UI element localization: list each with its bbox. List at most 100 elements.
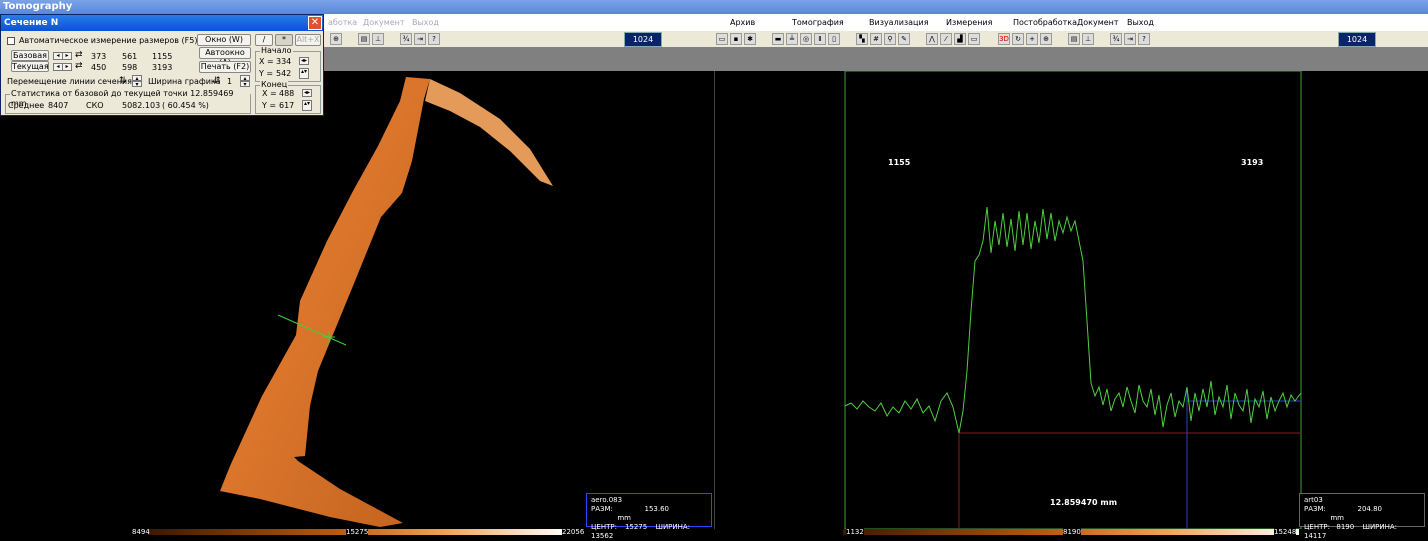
dialog-titlebar[interactable]: Сечение N ✕ — [1, 15, 323, 31]
auto-measure-checkbox[interactable] — [7, 37, 15, 45]
current-button[interactable]: Текущая — [11, 61, 49, 72]
print-icon[interactable]: ▤ — [358, 33, 370, 45]
alt-x-button[interactable]: Alt+X — [295, 34, 321, 46]
auto-measure-label: Автоматическое измерение размеров (F5) — [19, 36, 198, 45]
slice-icon[interactable]: ╧ — [786, 33, 798, 45]
width-icon: ⇵ — [213, 76, 221, 86]
move-down-stepper[interactable]: ▾ — [132, 81, 142, 88]
start-x-value[interactable]: 334 — [276, 57, 291, 66]
scan-icon[interactable]: ▬ — [772, 33, 784, 45]
slice-image[interactable] — [0, 71, 714, 529]
base-button[interactable]: Базовая — [11, 50, 49, 61]
swap-icon[interactable]: ⇄ — [75, 50, 83, 60]
start-label: Начало — [260, 46, 293, 56]
plus-icon[interactable]: + — [1026, 33, 1038, 45]
fraction-icon[interactable]: ¾ — [1110, 33, 1122, 45]
chart-icon[interactable]: ⊥ — [1082, 33, 1094, 45]
end-y-label: Y = — [262, 101, 277, 110]
size-label: РАЗМ: — [1304, 505, 1326, 513]
width-down-stepper[interactable]: ▾ — [240, 81, 250, 88]
dataset-name: aero.083 — [591, 496, 623, 504]
start-x-stepper[interactable]: ◂▸ — [299, 57, 309, 65]
histogram-icon[interactable]: ▟ — [954, 33, 966, 45]
line-icon[interactable]: ⁄ — [940, 33, 952, 45]
right-profile-view[interactable]: 1155 3193 12.859470 mm — [714, 70, 1428, 530]
point-tool-button[interactable]: * — [275, 34, 293, 46]
stats-group: Статистика от базовой до текущей точки 1… — [5, 89, 251, 114]
ruler-icon[interactable]: ▭ — [968, 33, 980, 45]
autowindow-button[interactable]: Автоокно (A) — [199, 47, 251, 67]
help-icon[interactable]: ? — [1138, 33, 1150, 45]
menu-item-tomography[interactable]: Томография — [792, 14, 844, 31]
swap-icon[interactable]: ⇄ — [75, 61, 83, 71]
menu-item-postprocessing[interactable]: аботка — [328, 14, 357, 31]
line-tool-button[interactable]: / — [255, 34, 273, 46]
start-y-value[interactable]: 542 — [276, 69, 291, 78]
3d-icon[interactable]: 3D — [998, 33, 1010, 45]
end-x-value[interactable]: 488 — [279, 89, 294, 98]
start-group: Начало X = 334 ◂▸ Y = 542 ▴▾ — [255, 46, 321, 82]
move-line-label: Перемещение линии сечения — [7, 77, 132, 86]
move-arrows-icon[interactable]: ⇅ — [119, 76, 127, 86]
base-value-1: 373 — [91, 52, 107, 61]
menu-item-exit[interactable]: Выход — [412, 14, 439, 31]
start-x-label: X = — [259, 57, 274, 66]
current-value-label: 3193 — [1241, 158, 1263, 167]
window-button[interactable]: Окно (W) — [197, 34, 251, 46]
palette-icon[interactable]: ▚ — [856, 33, 868, 45]
end-y-stepper[interactable]: ▴▾ — [302, 100, 312, 111]
right-info-box: art03 РАЗМ: 204.80mm ЦЕНТР: 8190 ШИРИНА: … — [1299, 493, 1425, 540]
print-button[interactable]: Печать (F2) — [199, 61, 251, 73]
target-icon[interactable]: ◎ — [800, 33, 812, 45]
menu-item-archive[interactable]: Архив — [730, 14, 755, 31]
print-icon[interactable]: ▤ — [1068, 33, 1080, 45]
exit-icon[interactable]: ⇥ — [1124, 33, 1136, 45]
grid-icon[interactable]: ⊕ — [1040, 33, 1052, 45]
rotate-icon[interactable]: ↻ — [1012, 33, 1024, 45]
zoom-icon[interactable]: ⚲ — [884, 33, 896, 45]
end-group: Конец X = 488 ◂▸ Y = 617 ▴▾ — [255, 80, 321, 114]
mean-value: 8407 — [48, 101, 69, 110]
section-dialog: Сечение N ✕ Автоматическое измерение раз… — [0, 14, 324, 116]
exit-icon[interactable]: ⇥ — [414, 33, 426, 45]
start-y-label: Y = — [259, 69, 274, 78]
start-y-stepper[interactable]: ▴▾ — [299, 68, 309, 79]
brush-icon[interactable]: ✎ — [898, 33, 910, 45]
grid-icon[interactable]: ⊕ — [330, 33, 342, 45]
size-label: РАЗМ: — [591, 505, 613, 513]
graph-frame — [844, 70, 1302, 530]
menu-item-document[interactable]: Документ — [1077, 14, 1119, 31]
grid-icon[interactable]: # — [870, 33, 882, 45]
profile-icon[interactable]: ⋀ — [926, 33, 938, 45]
current-right-stepper[interactable]: ▸ — [62, 63, 72, 71]
menu-item-exit[interactable]: Выход — [1127, 14, 1154, 31]
right-view-header — [714, 47, 1428, 71]
current-value-1: 450 — [91, 63, 107, 72]
menu-item-visualization[interactable]: Визуализация — [869, 14, 929, 31]
close-button[interactable]: ✕ — [308, 16, 322, 30]
chart-icon[interactable]: ⊥ — [372, 33, 384, 45]
view-icon[interactable]: ▯ — [828, 33, 840, 45]
save-icon[interactable]: ▪ — [730, 33, 742, 45]
base-right-stepper[interactable]: ▸ — [62, 52, 72, 60]
left-slice-view[interactable] — [0, 71, 714, 529]
graph-width-value[interactable]: 1 — [227, 77, 232, 86]
open-icon[interactable]: ▭ — [716, 33, 728, 45]
help-icon[interactable]: ? — [428, 33, 440, 45]
center-value: 8190 — [1336, 523, 1355, 531]
size-value: 153.60 — [644, 505, 670, 513]
center-label: ЦЕНТР: — [1304, 523, 1330, 531]
mean-label: Среднее — [8, 101, 45, 110]
menu-item-postprocessing[interactable]: Постобработка — [1013, 14, 1077, 31]
profile-graph[interactable]: 1155 3193 12.859470 mm — [715, 70, 1428, 530]
end-x-stepper[interactable]: ◂▸ — [302, 89, 312, 97]
menu-item-document[interactable]: Документ — [363, 14, 405, 31]
dialog-title: Сечение N — [4, 18, 59, 28]
app-title: Tomography — [0, 0, 1428, 14]
width-label: ШИРИНА: — [1362, 523, 1398, 531]
reconstruct-icon[interactable]: Ⅱ — [814, 33, 826, 45]
settings-icon[interactable]: ✱ — [744, 33, 756, 45]
end-y-value[interactable]: 617 — [279, 101, 294, 110]
fraction-icon[interactable]: ¾ — [400, 33, 412, 45]
menu-item-measurements[interactable]: Измерения — [946, 14, 992, 31]
